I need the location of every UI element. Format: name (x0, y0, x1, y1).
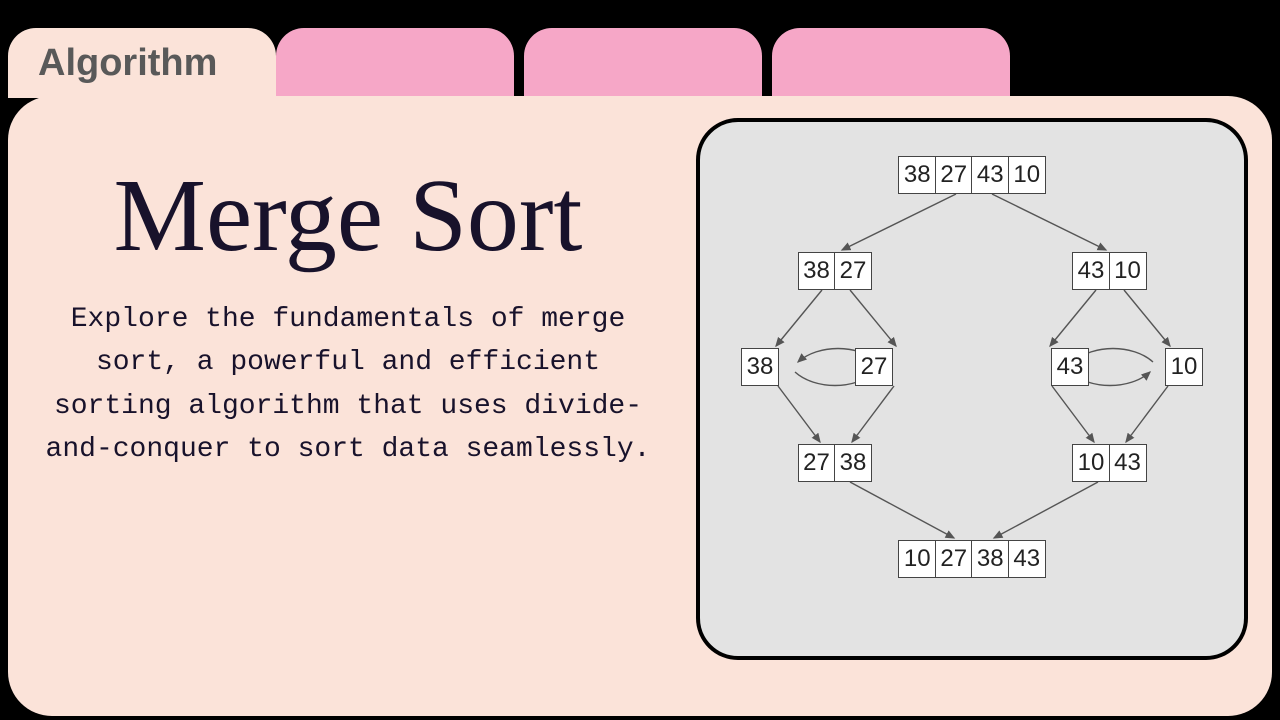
cell: 27 (834, 252, 872, 290)
cell: 10 (1072, 444, 1110, 482)
cell: 38 (898, 156, 936, 194)
cell: 10 (1109, 252, 1147, 290)
cell: 27 (855, 348, 893, 386)
diagram-row-1: 38 27 43 10 (700, 156, 1244, 194)
diagram-row-2: 38 27 43 10 (700, 252, 1244, 290)
tab-algorithm[interactable]: Algorithm (8, 28, 276, 98)
diagram-row-5: 10 27 38 43 (700, 540, 1244, 578)
tab-2[interactable] (276, 28, 514, 98)
diagram-row-3: 38 27 43 10 (700, 348, 1244, 386)
merge-sort-diagram: 38 27 43 10 38 27 43 10 (696, 118, 1248, 660)
cell: 43 (1008, 540, 1046, 578)
content-card: Merge Sort Explore the fundamentals of m… (8, 96, 1272, 716)
cell: 27 (798, 444, 836, 482)
cell: 38 (798, 252, 836, 290)
tab-4[interactable] (772, 28, 1010, 98)
cell: 43 (971, 156, 1009, 194)
cell: 43 (1072, 252, 1110, 290)
text-column: Merge Sort Explore the fundamentals of m… (28, 136, 668, 472)
diagram-arrows (700, 122, 1248, 660)
cell: 10 (1165, 348, 1203, 386)
cell: 10 (898, 540, 936, 578)
cell: 10 (1008, 156, 1046, 194)
slide: Algorithm Merge Sort Explore the fundame… (0, 0, 1280, 720)
tab-3[interactable] (524, 28, 762, 98)
cell: 38 (834, 444, 872, 482)
cell: 38 (971, 540, 1009, 578)
cell: 27 (935, 540, 973, 578)
cell: 27 (935, 156, 973, 194)
cell: 38 (741, 348, 779, 386)
page-title: Merge Sort (28, 164, 668, 268)
page-description: Explore the fundamentals of merge sort, … (28, 298, 668, 472)
cell: 43 (1109, 444, 1147, 482)
tab-algorithm-label: Algorithm (38, 42, 217, 85)
diagram-row-4: 27 38 10 43 (700, 444, 1244, 482)
cell: 43 (1051, 348, 1089, 386)
